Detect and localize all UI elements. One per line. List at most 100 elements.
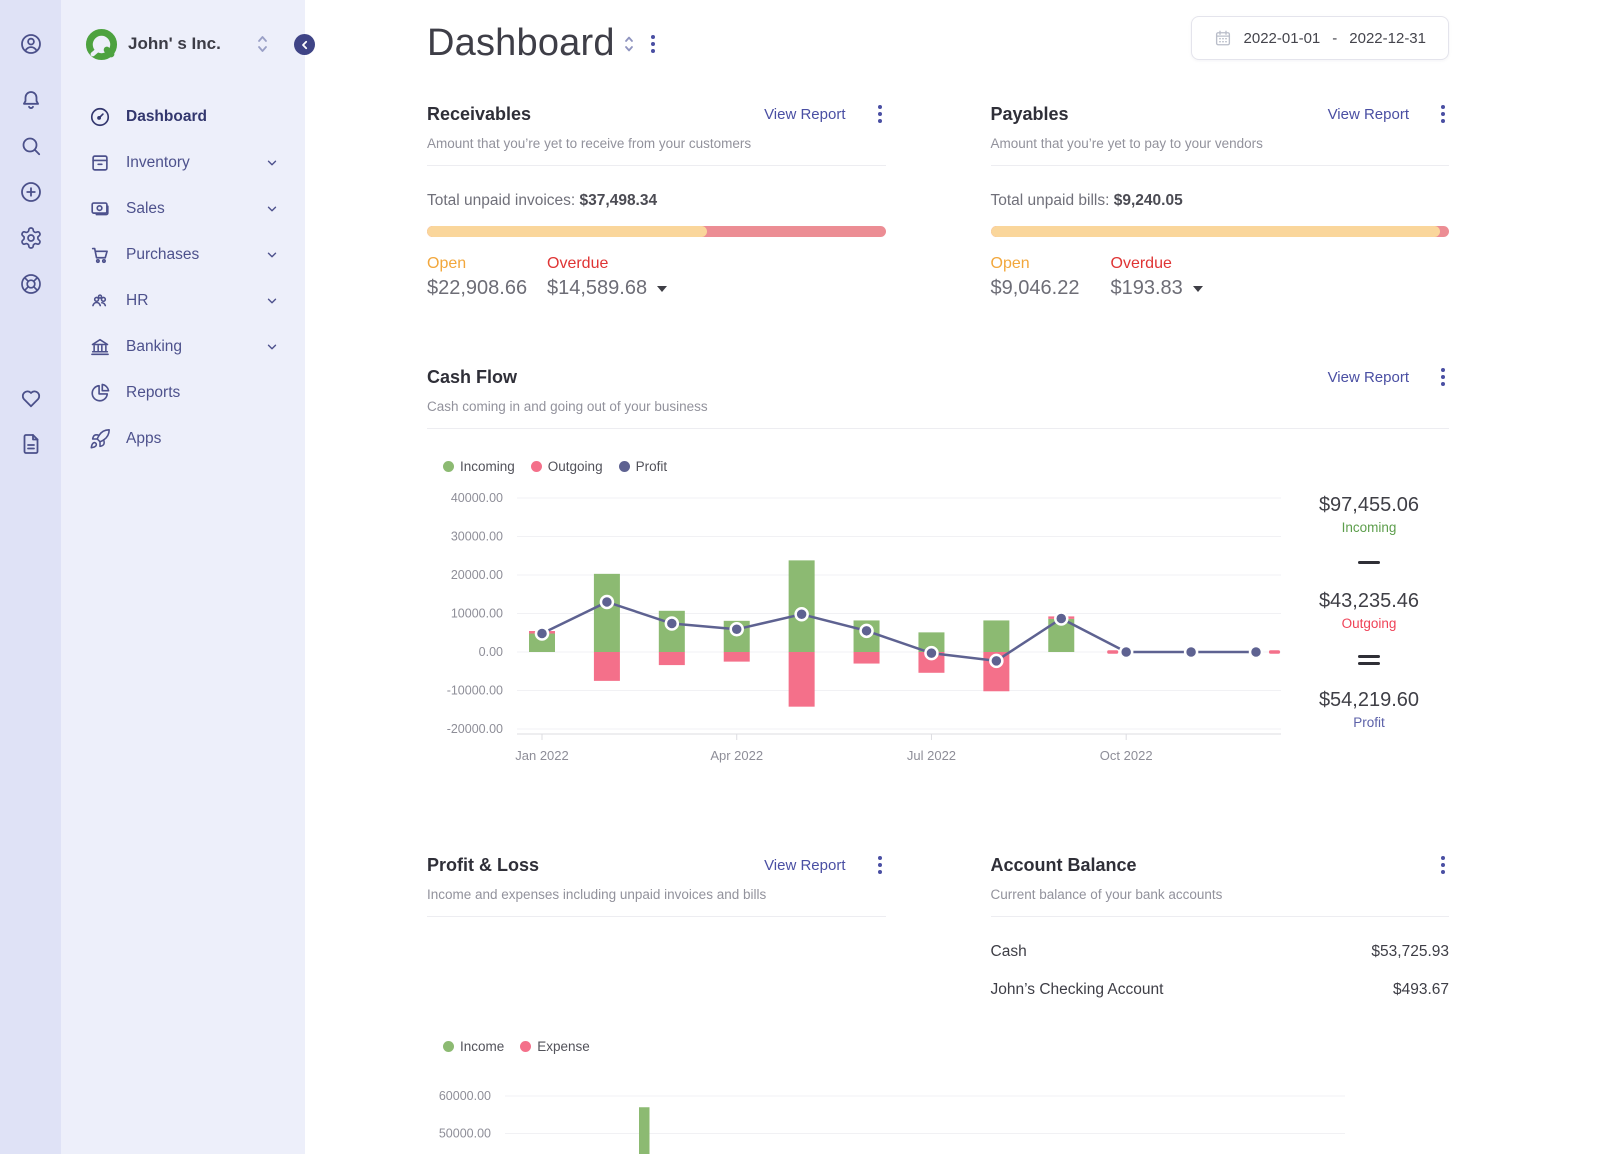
open-amount: $22,908.66 [427,277,528,299]
svg-text:30000.00: 30000.00 [451,530,503,544]
account-balance-menu-kebab[interactable] [1437,852,1449,878]
account-name: Cash [990,943,1027,960]
receivables-card: Receivables View Report Amount that you’… [427,101,886,300]
sidebar-item-reports[interactable]: Reports [61,370,305,416]
chevron-down-icon [267,160,277,166]
svg-text:0.00: 0.00 [479,645,503,659]
svg-text:60000.00: 60000.00 [439,1089,491,1103]
account-balance-rows: Cash $53,725.93 John’s Checking Account … [991,933,1450,1009]
svg-text:20000.00: 20000.00 [451,568,503,582]
payables-subtitle: Amount that you’re yet to pay to your ve… [990,136,1263,151]
profit-loss-card: Profit & Loss View Report Income and exp… [427,852,886,1009]
user-profile-icon[interactable] [19,32,43,56]
payables-total: Total unpaid bills: $9,240.05 [990,192,1183,209]
profit-total: $54,219.60 [1318,689,1420,711]
dashboard-menu-kebab[interactable] [647,31,659,57]
profit-loss-title: Profit & Loss [427,854,540,875]
receivables-overdue: Overdue $14,589.68 [547,255,668,300]
outgoing-total: $43,235.46 [1318,590,1420,612]
cash-flow-menu-kebab[interactable] [1437,364,1449,390]
notifications-bell-icon[interactable] [19,88,43,112]
cash-flow-card: Cash Flow View Report Cash coming in and… [427,364,1449,764]
main-content: Dashboard 2022-01-01 - 2022-12-31 Receiv… [305,0,1600,1154]
icon-rail [0,0,61,1154]
sidebar-item-purchases[interactable]: Purchases [61,232,305,278]
document-icon[interactable] [19,432,43,456]
payables-total-amount: $9,240.05 [1113,192,1183,209]
rocket-icon [90,429,110,449]
cart-icon [91,247,108,264]
overdue-dropdown-caret-icon[interactable] [1192,285,1203,292]
cash-flow-subtitle: Cash coming in and going out of your bus… [427,399,708,414]
account-row[interactable]: Cash $53,725.93 [991,933,1450,971]
company-switcher-icon[interactable] [256,34,269,54]
legend-item-income[interactable]: Income [443,1039,504,1054]
search-icon[interactable] [19,134,43,158]
overdue-label: Overdue [547,255,609,272]
legend-item-expense[interactable]: Expense [520,1039,590,1054]
profit-loss-menu-kebab[interactable] [874,852,886,878]
support-ring-icon[interactable] [19,272,43,296]
payables-title: Payables [990,103,1069,124]
cash-flow-legend: Incoming Outgoing Profit [443,459,1449,474]
settings-gear-icon[interactable] [19,226,43,250]
sidebar-item-hr[interactable]: HR [61,278,305,324]
overdue-dropdown-caret-icon[interactable] [657,285,668,292]
legend-item-outgoing[interactable]: Outgoing [530,459,603,474]
chevron-down-icon [267,298,277,304]
sidebar-menu: Dashboard Inventory Sales Purchases HR B… [61,94,305,462]
chevron-down-icon [267,344,277,350]
add-new-icon[interactable] [19,180,43,204]
profit-loss-chart: 60000.0050000.0040000.0030000.0020000.00… [439,1089,1345,1154]
payables-overdue: Overdue $193.83 [1111,255,1231,300]
account-amount: $493.67 [1392,981,1449,998]
cash-flow-chart: 40000.00 30000.00 20000.00 10000.00 0.00 -100… [447,491,1281,763]
bottom-section: Profit & Loss View Report Income and exp… [427,852,1449,1154]
sidebar-item-sales[interactable]: Sales [61,186,305,232]
profit-loss-view-report-link[interactable]: View Report [764,857,845,874]
sidebar-item-banking[interactable]: Banking [61,324,305,370]
receivables-total: Total unpaid invoices: $37,498.34 [427,192,658,209]
cash-flow-summary: $97,455.06 Incoming $43,235.46 Outgoing … [1289,486,1449,764]
receivables-progress-bar [427,226,886,237]
overdue-amount: $14,589.68 [547,277,648,299]
minus-separator [1358,561,1380,564]
payables-view-report-link[interactable]: View Report [1328,106,1409,123]
receivables-view-report-link[interactable]: View Report [764,106,845,123]
svg-text:50000.00: 50000.00 [439,1127,491,1141]
receivables-menu-kebab[interactable] [874,101,886,127]
legend-item-incoming[interactable]: Incoming [443,459,515,474]
date-range-picker[interactable]: 2022-01-01 - 2022-12-31 [1190,16,1449,60]
company-switcher[interactable]: John' s Inc. [61,24,315,64]
divider [427,165,886,166]
payables-menu-kebab[interactable] [1437,101,1449,127]
sidebar-item-label: HR [126,292,149,309]
receivables-progress-open [427,226,707,237]
divider [427,428,1449,429]
sidebar-item-label: Reports [126,384,181,401]
equals-separator [1358,655,1380,665]
sidebar-item-label: Inventory [126,154,190,171]
account-balance-subtitle: Current balance of your bank accounts [990,887,1223,902]
account-row[interactable]: John’s Checking Account $493.67 [991,971,1450,1009]
payables-card: Payables View Report Amount that you’re … [990,101,1449,300]
legend-item-profit[interactable]: Profit [618,459,667,474]
incoming-dot-icon [443,461,454,472]
sidebar-item-apps[interactable]: Apps [61,416,305,462]
profit-loss-legend: Income Expense [443,1039,1449,1054]
box-icon [92,155,108,171]
favorites-heart-icon[interactable] [19,386,43,410]
sidebar-item-inventory[interactable]: Inventory [61,140,305,186]
payables-open: Open $9,046.22 [991,255,1111,300]
expense-dot-icon [520,1041,532,1052]
dashboard-switcher-icon[interactable] [623,33,635,55]
sidebar-item-dashboard[interactable]: Dashboard [61,94,305,140]
sidebar-item-label: Banking [126,338,183,355]
divider [427,916,886,917]
receivables-subtitle: Amount that you’re yet to receive from y… [427,136,752,151]
cash-flow-view-report-link[interactable]: View Report [1328,369,1409,386]
svg-text:40000.00: 40000.00 [451,491,503,505]
date-range-end: 2022-12-31 [1349,29,1426,47]
profit-dot-icon [618,461,630,472]
payables-progress-bar [990,226,1449,237]
